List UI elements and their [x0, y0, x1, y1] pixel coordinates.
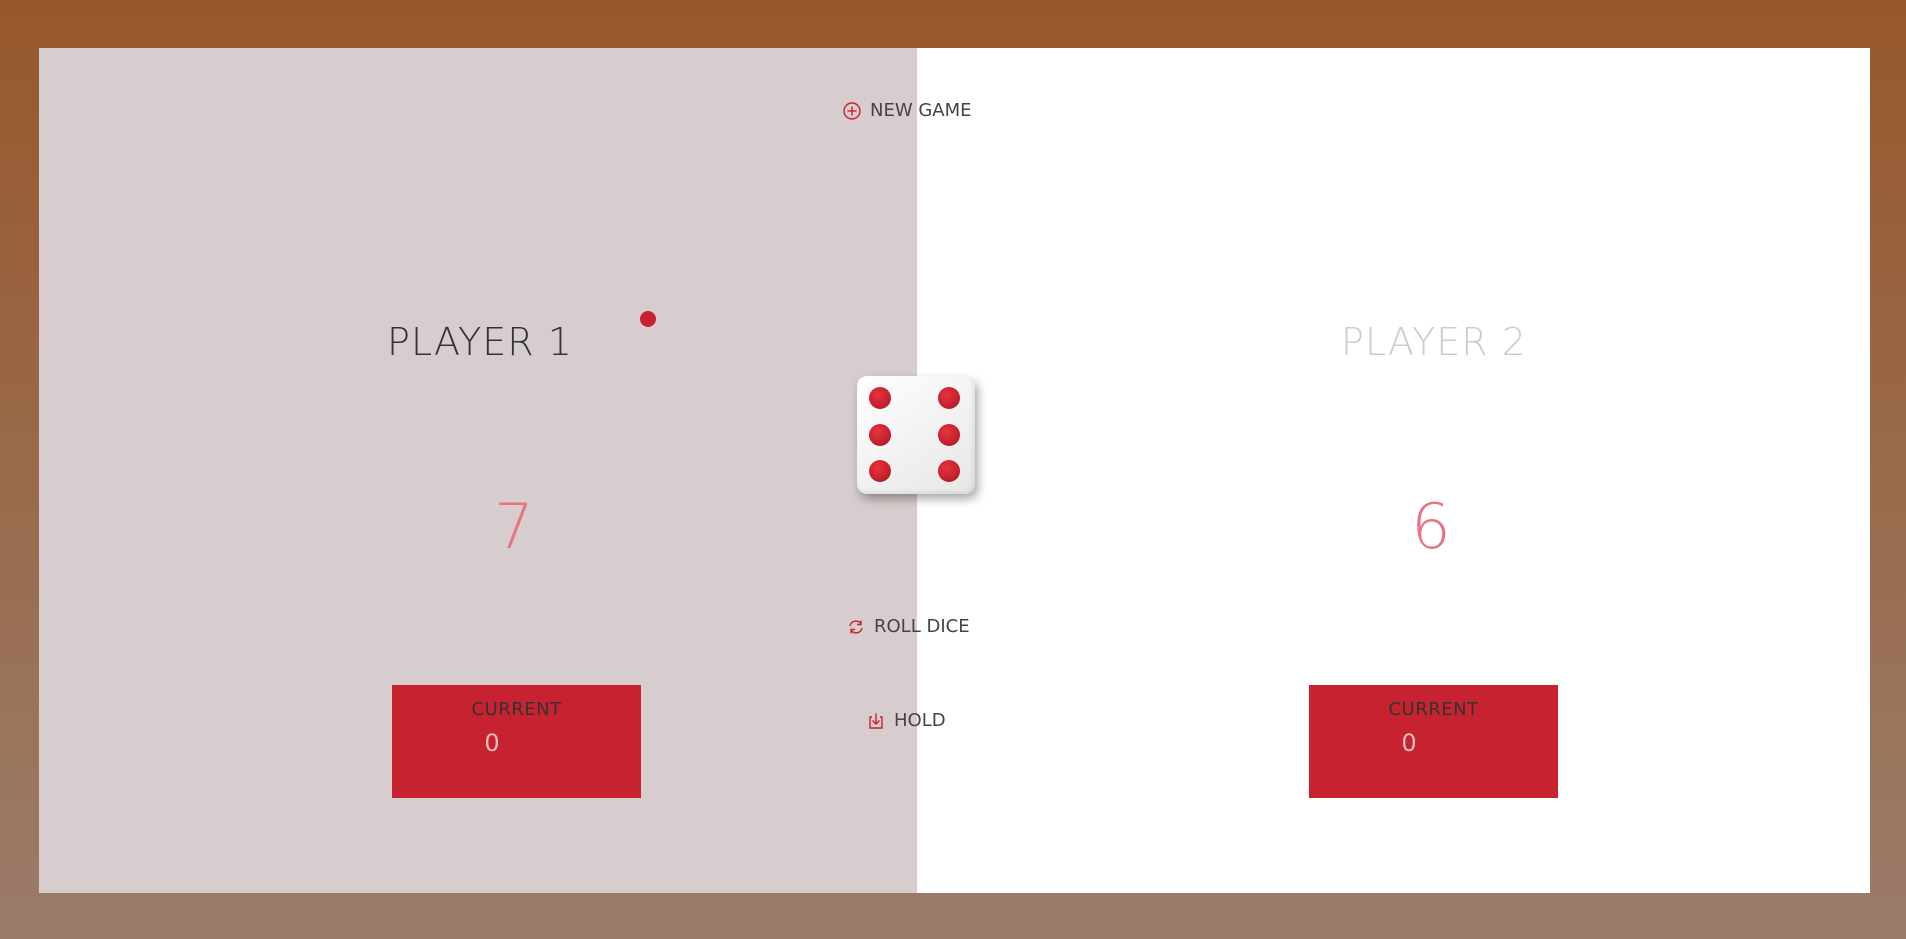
- player-2-current-box: CURRENT 0: [1309, 685, 1558, 798]
- plus-circle-icon: [842, 101, 862, 121]
- player-2-current-label: CURRENT: [1388, 699, 1479, 720]
- player-1-panel: PLAYER 1 7 CURRENT 0: [39, 48, 917, 893]
- player-2-panel: PLAYER 2 6 CURRENT 0: [917, 48, 1870, 893]
- player-2-score: 6: [1411, 490, 1451, 563]
- dice-pip: [938, 424, 960, 446]
- game-board: PLAYER 1 7 CURRENT 0 PLAYER 2 6 CURRENT …: [39, 48, 1870, 893]
- hold-label: HOLD: [894, 710, 946, 731]
- dice-pip: [938, 460, 960, 482]
- active-player-indicator: [640, 311, 656, 327]
- dice-pip: [869, 460, 891, 482]
- hold-button[interactable]: HOLD: [866, 710, 946, 731]
- refresh-icon: [846, 617, 866, 637]
- player-1-current-label: CURRENT: [471, 699, 562, 720]
- roll-dice-button[interactable]: ROLL DICE: [846, 616, 970, 637]
- player-2-name: PLAYER 2: [1341, 319, 1527, 364]
- new-game-button[interactable]: NEW GAME: [842, 100, 972, 121]
- dice-pip: [938, 387, 960, 409]
- dice-pip: [869, 424, 891, 446]
- new-game-label: NEW GAME: [870, 100, 972, 121]
- download-icon: [866, 711, 886, 731]
- roll-dice-label: ROLL DICE: [874, 616, 970, 637]
- player-2-current-score: 0: [1401, 729, 1417, 757]
- player-1-score: 7: [494, 490, 534, 563]
- player-1-current-box: CURRENT 0: [392, 685, 641, 798]
- player-1-name: PLAYER 1: [387, 319, 573, 364]
- dice: [857, 376, 975, 494]
- player-1-current-score: 0: [484, 729, 500, 757]
- dice-pip: [869, 387, 891, 409]
